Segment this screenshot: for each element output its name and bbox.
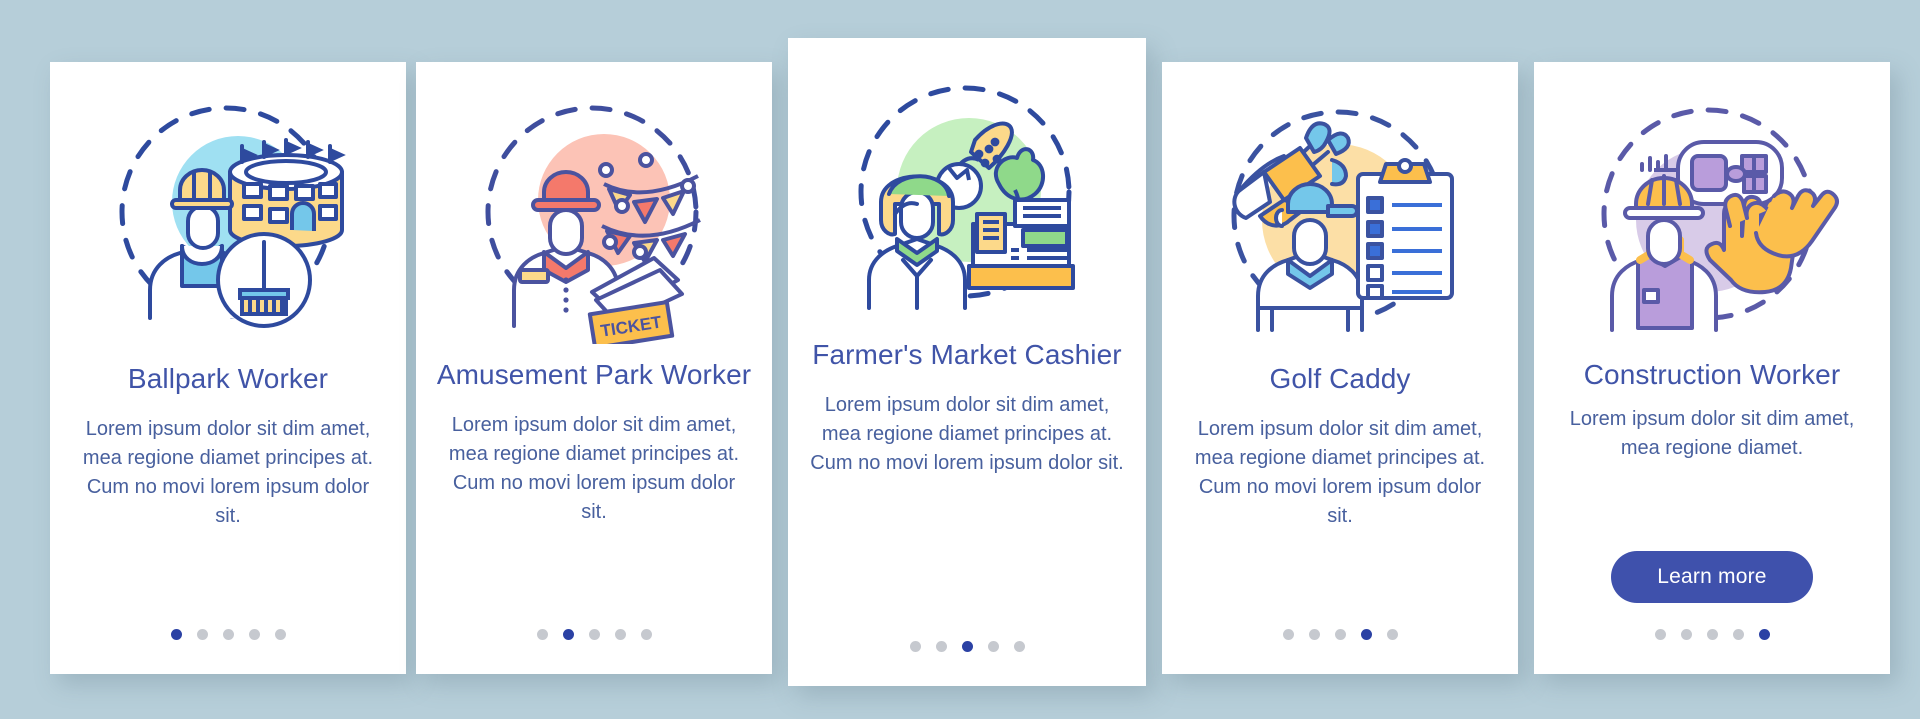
pagination-dot-3[interactable] bbox=[222, 629, 234, 640]
learn-more-button[interactable]: Learn more bbox=[1611, 551, 1813, 603]
pagination-dot-2[interactable] bbox=[1680, 629, 1692, 640]
construction-worker-illustration bbox=[1582, 94, 1842, 344]
ballpark-worker-illustration bbox=[98, 94, 358, 344]
pagination-dot-5[interactable] bbox=[1013, 641, 1025, 652]
onboarding-card-golf-caddy[interactable]: Golf Caddy Lorem ipsum dolor sit dim ame… bbox=[1162, 62, 1518, 674]
pagination-dots[interactable] bbox=[1654, 629, 1770, 640]
card-body: Lorem ipsum dolor sit dim amet, mea regi… bbox=[1194, 418, 1486, 528]
pagination-dot-2[interactable] bbox=[935, 641, 947, 652]
card-title: Construction Worker bbox=[1583, 359, 1841, 390]
onboarding-card-farmers-market-cashier[interactable]: Farmer's Market Cashier Lorem ipsum dolo… bbox=[788, 38, 1146, 686]
pagination-dot-5[interactable] bbox=[1758, 629, 1770, 640]
pagination-dot-2[interactable] bbox=[562, 629, 574, 640]
farmers-market-cashier-illustration bbox=[837, 74, 1097, 324]
pagination-dot-2[interactable] bbox=[196, 629, 208, 640]
pagination-dot-4[interactable] bbox=[987, 641, 999, 652]
pagination-dot-4[interactable] bbox=[248, 629, 260, 640]
pagination-dot-5[interactable] bbox=[1386, 629, 1398, 640]
golf-caddy-illustration bbox=[1210, 94, 1470, 344]
pagination-dot-1[interactable] bbox=[1654, 629, 1666, 640]
pagination-dot-3[interactable] bbox=[1334, 629, 1346, 640]
pagination-dot-1[interactable] bbox=[1282, 629, 1294, 640]
pagination-dot-5[interactable] bbox=[274, 629, 286, 640]
pagination-dots[interactable] bbox=[909, 641, 1025, 652]
onboarding-screens-board: Ballpark Worker Lorem ipsum dolor sit di… bbox=[0, 0, 1920, 719]
pagination-dot-5[interactable] bbox=[640, 629, 652, 640]
pagination-dot-1[interactable] bbox=[909, 641, 921, 652]
pagination-dots[interactable] bbox=[536, 629, 652, 640]
amusement-park-worker-illustration: TICKET bbox=[464, 94, 724, 344]
card-title: Ballpark Worker bbox=[127, 363, 329, 394]
card-title: Farmer's Market Cashier bbox=[812, 339, 1122, 370]
pagination-dot-4[interactable] bbox=[1360, 629, 1372, 640]
card-body: Lorem ipsum dolor sit dim amet, mea regi… bbox=[810, 394, 1124, 475]
pagination-dot-4[interactable] bbox=[614, 629, 626, 640]
pagination-dots[interactable] bbox=[1282, 629, 1398, 640]
card-body: Lorem ipsum dolor sit dim amet, mea regi… bbox=[82, 418, 374, 528]
pagination-dot-1[interactable] bbox=[170, 629, 182, 640]
pagination-dot-1[interactable] bbox=[536, 629, 548, 640]
card-body: Lorem ipsum dolor sit dim amet, mea regi… bbox=[448, 414, 740, 524]
card-title: Golf Caddy bbox=[1269, 363, 1411, 394]
pagination-dot-4[interactable] bbox=[1732, 629, 1744, 640]
card-title: Amusement Park Worker bbox=[436, 359, 752, 390]
pagination-dot-2[interactable] bbox=[1308, 629, 1320, 640]
onboarding-card-amusement-park-worker[interactable]: TICKET Amusement Park Worker Lorem ipsum… bbox=[416, 62, 772, 674]
pagination-dots[interactable] bbox=[170, 629, 286, 640]
pagination-dot-3[interactable] bbox=[1706, 629, 1718, 640]
onboarding-card-construction-worker[interactable]: Construction Worker Lorem ipsum dolor si… bbox=[1534, 62, 1890, 674]
onboarding-card-ballpark-worker[interactable]: Ballpark Worker Lorem ipsum dolor sit di… bbox=[50, 62, 406, 674]
card-body: Lorem ipsum dolor sit dim amet, mea regi… bbox=[1569, 408, 1855, 460]
pagination-dot-3[interactable] bbox=[588, 629, 600, 640]
pagination-dot-3[interactable] bbox=[961, 641, 973, 652]
